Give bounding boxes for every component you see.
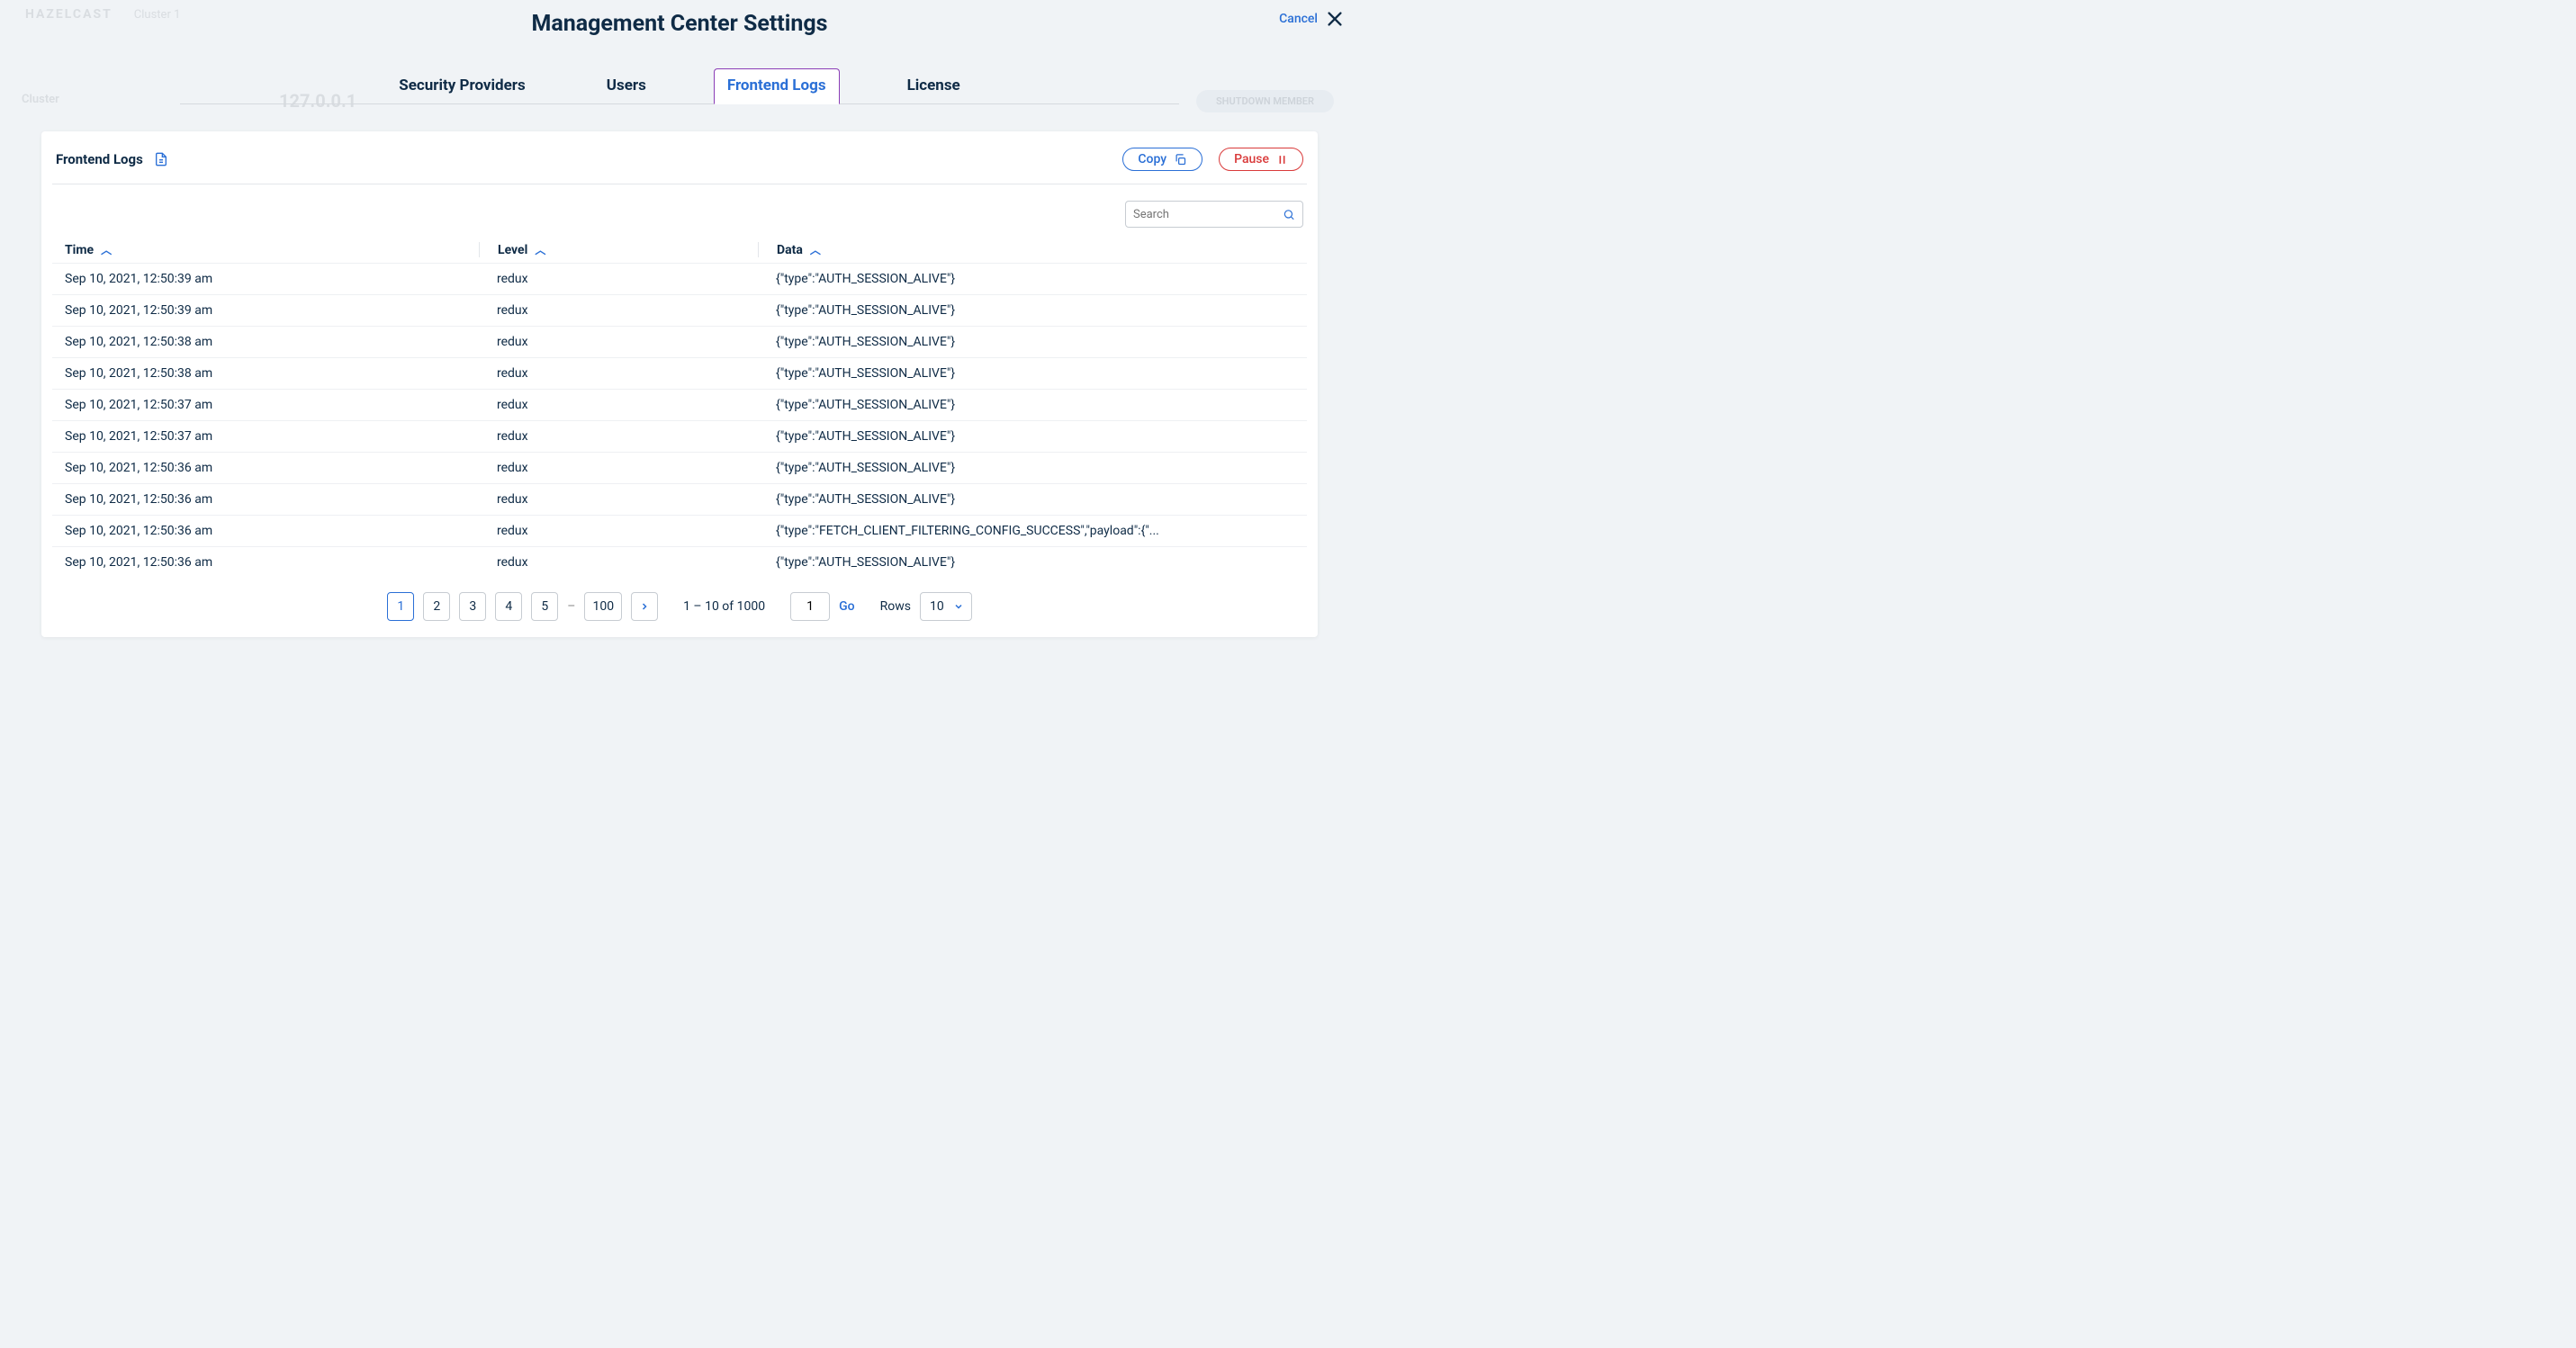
sort-asc-icon: ︿ xyxy=(535,242,545,257)
search-icon xyxy=(1283,208,1295,221)
column-level-label: Level xyxy=(498,243,527,257)
table-row[interactable]: Sep 10, 2021, 12:50:39 amredux{"type":"A… xyxy=(52,294,1307,326)
cell-time: Sep 10, 2021, 12:50:39 am xyxy=(65,272,479,286)
page-2[interactable]: 2 xyxy=(423,592,450,621)
column-time[interactable]: Time ︿ xyxy=(65,242,479,257)
pause-label: Pause xyxy=(1234,152,1269,166)
table-row[interactable]: Sep 10, 2021, 12:50:36 amredux{"type":"F… xyxy=(52,515,1307,546)
tab-license[interactable]: License xyxy=(894,68,974,103)
cell-data: {"type":"AUTH_SESSION_ALIVE"} xyxy=(758,366,1294,381)
tab-frontend-logs[interactable]: Frontend Logs xyxy=(714,68,840,104)
sort-asc-icon: ︿ xyxy=(101,242,112,257)
cell-time: Sep 10, 2021, 12:50:36 am xyxy=(65,492,479,507)
pagination: 1 2 3 4 5 – 100 1 – 10 of 1000 Go Rows 1… xyxy=(52,578,1307,621)
pause-icon xyxy=(1276,154,1288,166)
cell-data: {"type":"AUTH_SESSION_ALIVE"} xyxy=(758,492,1294,507)
column-level[interactable]: Level ︿ xyxy=(479,242,758,257)
table-row[interactable]: Sep 10, 2021, 12:50:37 amredux{"type":"A… xyxy=(52,389,1307,420)
page-5[interactable]: 5 xyxy=(531,592,558,621)
cell-data: {"type":"AUTH_SESSION_ALIVE"} xyxy=(758,398,1294,412)
chevron-right-icon xyxy=(639,601,650,612)
table-header: Time ︿ Level ︿ Data ︿ xyxy=(52,237,1307,263)
chevron-down-icon xyxy=(953,601,964,612)
page-range: 1 – 10 of 1000 xyxy=(683,599,765,614)
cell-data: {"type":"AUTH_SESSION_ALIVE"} xyxy=(758,272,1294,286)
cell-level: redux xyxy=(479,492,758,507)
search-box[interactable] xyxy=(1125,201,1303,228)
table-body: Sep 10, 2021, 12:50:39 amredux{"type":"A… xyxy=(52,263,1307,578)
cell-level: redux xyxy=(479,461,758,475)
logs-panel: Frontend Logs Copy Pause xyxy=(41,131,1318,637)
cell-level: redux xyxy=(479,366,758,381)
cell-level: redux xyxy=(479,555,758,570)
page-1[interactable]: 1 xyxy=(387,592,414,621)
page-last[interactable]: 100 xyxy=(584,592,622,621)
cell-time: Sep 10, 2021, 12:50:37 am xyxy=(65,429,479,444)
modal-title: Management Center Settings xyxy=(531,11,827,37)
table-row[interactable]: Sep 10, 2021, 12:50:36 amredux{"type":"A… xyxy=(52,452,1307,483)
table-row[interactable]: Sep 10, 2021, 12:50:36 amredux{"type":"A… xyxy=(52,546,1307,578)
rows-value: 10 xyxy=(930,599,944,614)
column-time-label: Time xyxy=(65,243,94,257)
tab-bar: Security Providers Users Frontend Logs L… xyxy=(180,68,1179,104)
cell-time: Sep 10, 2021, 12:50:37 am xyxy=(65,398,479,412)
go-button[interactable]: Go xyxy=(839,599,854,614)
column-data-label: Data xyxy=(777,243,803,257)
cell-data: {"type":"AUTH_SESSION_ALIVE"} xyxy=(758,303,1294,318)
pause-button[interactable]: Pause xyxy=(1219,148,1303,171)
document-icon[interactable] xyxy=(154,151,168,167)
cell-level: redux xyxy=(479,398,758,412)
page-separator: – xyxy=(567,599,575,614)
goto-page-input[interactable] xyxy=(790,592,830,621)
cell-level: redux xyxy=(479,429,758,444)
cell-time: Sep 10, 2021, 12:50:36 am xyxy=(65,524,479,538)
column-data[interactable]: Data ︿ xyxy=(758,242,1294,257)
cell-time: Sep 10, 2021, 12:50:36 am xyxy=(65,555,479,570)
rows-label: Rows xyxy=(880,599,911,614)
table-row[interactable]: Sep 10, 2021, 12:50:36 amredux{"type":"A… xyxy=(52,483,1307,515)
cell-data: {"type":"AUTH_SESSION_ALIVE"} xyxy=(758,335,1294,349)
cell-time: Sep 10, 2021, 12:50:38 am xyxy=(65,335,479,349)
cancel-link[interactable]: Cancel xyxy=(1279,12,1318,26)
table-row[interactable]: Sep 10, 2021, 12:50:38 amredux{"type":"A… xyxy=(52,357,1307,389)
cell-time: Sep 10, 2021, 12:50:39 am xyxy=(65,303,479,318)
tab-users[interactable]: Users xyxy=(593,68,660,103)
copy-button[interactable]: Copy xyxy=(1122,148,1202,171)
cell-data: {"type":"AUTH_SESSION_ALIVE"} xyxy=(758,555,1294,570)
table-row[interactable]: Sep 10, 2021, 12:50:38 amredux{"type":"A… xyxy=(52,326,1307,357)
settings-modal: Management Center Settings Cancel Securi… xyxy=(0,0,1359,711)
sort-asc-icon: ︿ xyxy=(810,242,821,257)
tab-security-providers[interactable]: Security Providers xyxy=(385,68,539,103)
panel-title: Frontend Logs xyxy=(56,151,143,167)
page-next[interactable] xyxy=(631,592,658,621)
cell-level: redux xyxy=(479,303,758,318)
cell-data: {"type":"FETCH_CLIENT_FILTERING_CONFIG_S… xyxy=(758,524,1294,538)
cell-time: Sep 10, 2021, 12:50:38 am xyxy=(65,366,479,381)
page-3[interactable]: 3 xyxy=(459,592,486,621)
cell-time: Sep 10, 2021, 12:50:36 am xyxy=(65,461,479,475)
cell-data: {"type":"AUTH_SESSION_ALIVE"} xyxy=(758,461,1294,475)
rows-per-page-select[interactable]: 10 xyxy=(920,592,972,621)
close-icon[interactable] xyxy=(1325,9,1345,29)
copy-label: Copy xyxy=(1138,152,1166,166)
cell-level: redux xyxy=(479,524,758,538)
cell-level: redux xyxy=(479,272,758,286)
page-4[interactable]: 4 xyxy=(495,592,522,621)
copy-icon xyxy=(1174,153,1187,166)
table-row[interactable]: Sep 10, 2021, 12:50:37 amredux{"type":"A… xyxy=(52,420,1307,452)
table-row[interactable]: Sep 10, 2021, 12:50:39 amredux{"type":"A… xyxy=(52,263,1307,294)
cell-data: {"type":"AUTH_SESSION_ALIVE"} xyxy=(758,429,1294,444)
search-input[interactable] xyxy=(1133,208,1283,221)
cell-level: redux xyxy=(479,335,758,349)
